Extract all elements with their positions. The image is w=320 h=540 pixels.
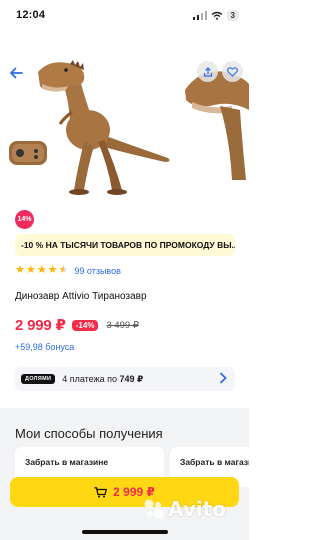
favorite-button[interactable] <box>222 61 243 82</box>
status-icons: 3 <box>192 10 239 21</box>
product-title: Динозавр Attivio Тиранозавр <box>15 291 147 302</box>
discount-badge: 14% <box>15 210 34 229</box>
reviews-link[interactable]: 99 отзывов <box>74 266 121 276</box>
star-icon: ★ <box>47 264 58 276</box>
half-star-icon: ★ <box>58 264 69 276</box>
promo-text: -10 % НА ТЫСЯЧИ ТОВАРОВ ПО ПРОМОКОДУ ВЫ.… <box>21 240 235 250</box>
watermark-text: Avito <box>168 497 226 521</box>
gallery-actions <box>197 61 243 82</box>
price-discount-badge: -14% <box>71 319 99 331</box>
current-price: 2 999 ₽ <box>15 317 66 334</box>
rating-row[interactable]: ★ ★ ★ ★ ★ 99 отзывов <box>15 265 121 276</box>
dolyami-logo: ДОЛЯМИ <box>21 374 56 384</box>
favorite-heart-icon <box>227 66 238 77</box>
share-icon <box>203 66 212 77</box>
bonus-text: +59,98 бонуса <box>15 342 75 352</box>
delivery-section-title: Мои способы получения <box>15 426 163 441</box>
installments-banner[interactable]: ДОЛЯМИ 4 платежа по 749 ₽ <box>15 367 235 391</box>
installments-prefix: 4 платежа по <box>62 373 120 384</box>
back-arrow-icon <box>10 67 23 79</box>
signal-icon <box>192 11 207 20</box>
star-icon: ★ <box>36 264 47 276</box>
battery-badge: 3 <box>226 10 239 21</box>
dinosaur-product-image <box>38 60 170 195</box>
delivery-option-label: Забрать в магазине <box>25 457 109 467</box>
share-button[interactable] <box>197 61 218 82</box>
installments-amount: 749 ₽ <box>119 373 144 384</box>
delivery-option-label: Забрать в магазине <box>180 457 249 467</box>
avito-watermark: Avito <box>143 497 226 521</box>
cart-icon <box>94 486 108 498</box>
remote-control-image <box>9 141 47 165</box>
home-indicator <box>82 530 168 534</box>
installments-text: 4 платежа по 749 ₽ <box>62 374 143 385</box>
wifi-icon <box>211 11 222 20</box>
star-icon: ★ <box>25 264 36 276</box>
back-button[interactable] <box>6 63 26 83</box>
product-image-gallery[interactable] <box>0 28 249 218</box>
star-icon: ★ <box>15 264 25 276</box>
promo-banner[interactable]: -10 % НА ТЫСЯЧИ ТОВАРОВ ПО ПРОМОКОДУ ВЫ.… <box>15 234 235 256</box>
price-row: 2 999 ₽ -14% 3 499 ₽ <box>15 316 139 334</box>
status-time: 12:04 <box>16 9 46 21</box>
avito-logo-icon <box>144 499 164 519</box>
old-price: 3 499 ₽ <box>106 319 139 331</box>
chevron-right-icon <box>220 372 227 384</box>
